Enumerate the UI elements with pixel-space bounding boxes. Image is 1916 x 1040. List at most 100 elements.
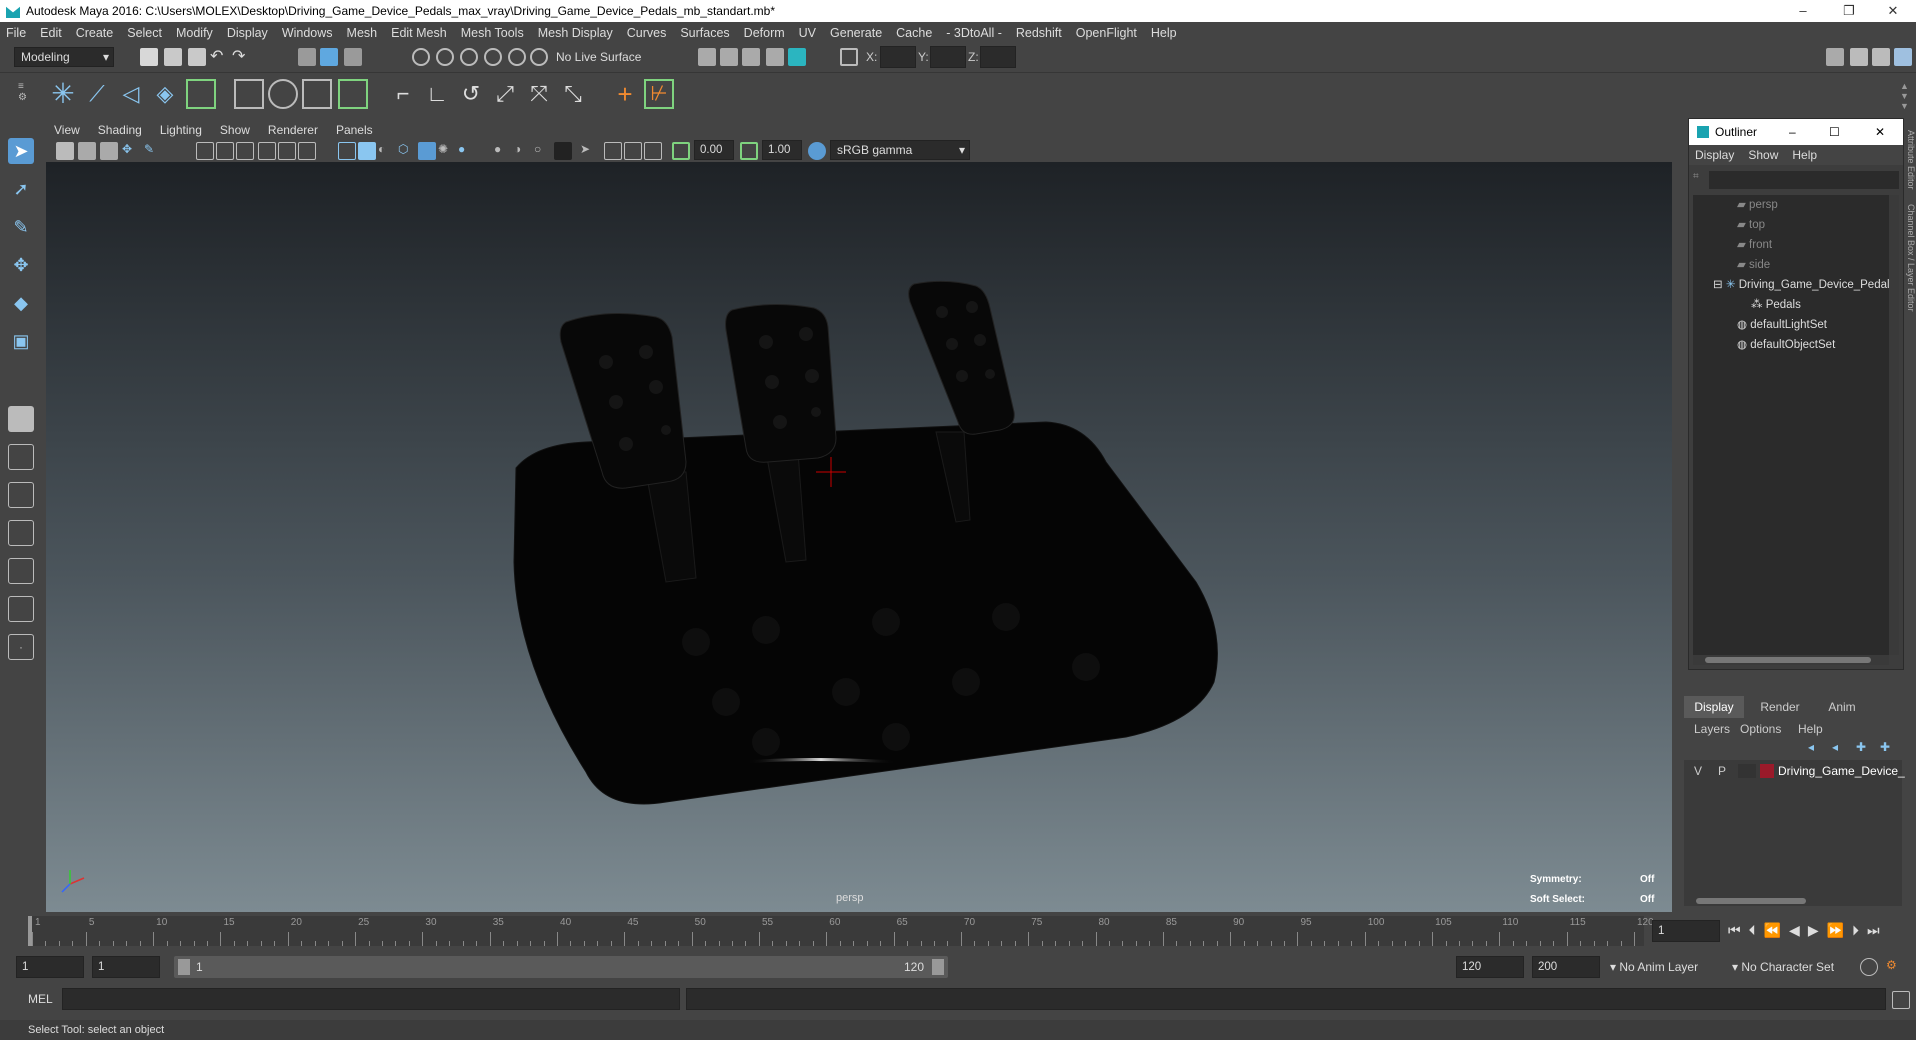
- go-to-end-icon[interactable]: ⏭: [1867, 922, 1888, 938]
- animation-start-input[interactable]: 1: [16, 956, 84, 978]
- tab-display-layers[interactable]: Display: [1684, 696, 1744, 718]
- playback-end-input[interactable]: 120: [1456, 956, 1524, 978]
- scroll-thumb[interactable]: [1705, 657, 1871, 663]
- skeleton-plus-icon[interactable]: +: [610, 79, 640, 109]
- channel-box-tab[interactable]: Channel Box / Layer Editor: [1906, 204, 1916, 312]
- menu-windows[interactable]: Windows: [282, 26, 333, 40]
- open-scene-icon[interactable]: [164, 48, 182, 66]
- minimize-button[interactable]: –: [1789, 125, 1796, 139]
- isolate-select-icon[interactable]: ➤: [580, 142, 598, 160]
- outliner-menu-display[interactable]: Display: [1695, 148, 1734, 162]
- lasso-tool-icon[interactable]: ➚: [8, 176, 34, 202]
- tool-settings-icon[interactable]: [1872, 48, 1890, 66]
- view-transform-dropdown[interactable]: sRGB gamma ▾: [830, 140, 970, 160]
- render-current-frame-icon[interactable]: [698, 48, 716, 66]
- bind-skin-icon[interactable]: ⊬: [644, 79, 674, 109]
- image-plane-icon[interactable]: [100, 142, 118, 160]
- scale-tool-icon[interactable]: ▣: [8, 328, 34, 354]
- snap-together-icon[interactable]: [530, 48, 548, 66]
- tab-anim-layers[interactable]: Anim: [1812, 696, 1872, 718]
- perspective-viewport[interactable]: persp Symmetry: Off Soft Select: Off: [46, 162, 1672, 912]
- channel-box-toggle-icon[interactable]: [1894, 48, 1912, 66]
- maximize-button[interactable]: ☐: [1829, 125, 1840, 139]
- menu-display[interactable]: Display: [227, 26, 268, 40]
- close-button[interactable]: ✕: [1870, 0, 1916, 22]
- depth-of-field-icon[interactable]: ○: [534, 142, 552, 160]
- panel-menu-lighting[interactable]: Lighting: [160, 123, 202, 137]
- auto-key-icon[interactable]: [1860, 958, 1878, 976]
- exposure-icon[interactable]: [672, 142, 690, 160]
- snap-live-icon[interactable]: [508, 48, 526, 66]
- outliner-item-lightset[interactable]: ◍ defaultLightSet: [1737, 315, 1827, 335]
- outliner-filter-input[interactable]: [1709, 171, 1899, 189]
- color-management-icon[interactable]: [808, 142, 826, 160]
- layer-playback-toggle[interactable]: P: [1718, 764, 1726, 778]
- menu-deform[interactable]: Deform: [744, 26, 785, 40]
- menu-openflight[interactable]: OpenFlight: [1076, 26, 1137, 40]
- nonlinear-icon[interactable]: [302, 79, 332, 109]
- current-frame-input[interactable]: 1: [1652, 920, 1720, 942]
- panel-menu-panels[interactable]: Panels: [336, 123, 373, 137]
- blend-shape-icon[interactable]: [268, 79, 298, 109]
- camera-bookmark-icon[interactable]: [78, 142, 96, 160]
- redo-icon[interactable]: ↷: [232, 48, 250, 66]
- time-slider-track[interactable]: 1 5 10 15 20 25 30 35 40 45 50 55 60 65 70 75 80 85 90 95 10…: [28, 916, 1654, 946]
- smooth-shade-icon[interactable]: [358, 142, 376, 160]
- select-component-icon[interactable]: [344, 48, 362, 66]
- character-set-dropdown[interactable]: ▾ No Character Set: [1732, 960, 1834, 974]
- ik-handle-icon[interactable]: ◁: [116, 79, 146, 109]
- collapse-icon[interactable]: ⊟: [1713, 279, 1726, 291]
- new-scene-icon[interactable]: [140, 48, 158, 66]
- resolution-gate-icon[interactable]: [236, 142, 254, 160]
- command-input[interactable]: [62, 988, 680, 1010]
- grid-icon[interactable]: [196, 142, 214, 160]
- play-forward-icon[interactable]: ▶: [1808, 922, 1827, 938]
- z-input[interactable]: [980, 46, 1016, 68]
- menu-mesh-display[interactable]: Mesh Display: [538, 26, 613, 40]
- menu-surfaces[interactable]: Surfaces: [680, 26, 729, 40]
- wrap-icon[interactable]: [234, 79, 264, 109]
- new-layer-selected-icon[interactable]: ✚: [1880, 740, 1890, 754]
- backface-culling-icon[interactable]: [644, 142, 662, 160]
- gamma-icon[interactable]: [740, 142, 758, 160]
- constraint-orient-icon[interactable]: ↺: [456, 79, 486, 109]
- outliner-menu-show[interactable]: Show: [1748, 148, 1778, 162]
- playback-start-input[interactable]: 1: [92, 956, 160, 978]
- menu-mesh-tools[interactable]: Mesh Tools: [461, 26, 524, 40]
- exposure-input[interactable]: 0.00: [694, 140, 734, 160]
- constraint-point-icon[interactable]: ⌐: [388, 79, 418, 109]
- outliner-item-group[interactable]: ⊟ ✳ Driving_Game_Device_Pedals: [1713, 275, 1895, 295]
- panel-menu-renderer[interactable]: Renderer: [268, 123, 318, 137]
- move-layer-down-icon[interactable]: ◂: [1832, 740, 1838, 754]
- shelf-scroll-icon[interactable]: ▲ ▼ ▼: [1900, 81, 1912, 111]
- snap-view-plane-icon[interactable]: [484, 48, 502, 66]
- menu-uv[interactable]: UV: [799, 26, 816, 40]
- modeling-toolkit-icon[interactable]: [1826, 48, 1844, 66]
- render-settings-icon[interactable]: [742, 48, 760, 66]
- outliner-item-persp[interactable]: ▰ persp: [1737, 195, 1778, 215]
- minimize-button[interactable]: –: [1780, 0, 1826, 22]
- four-view-layout-icon[interactable]: [8, 444, 34, 470]
- xray-active-icon[interactable]: [624, 142, 642, 160]
- anim-layer-dropdown[interactable]: ▾ No Anim Layer: [1610, 960, 1698, 974]
- field-chart-icon[interactable]: [278, 142, 296, 160]
- xray-icon[interactable]: [554, 142, 572, 160]
- ipr-render-icon[interactable]: [720, 48, 738, 66]
- range-end-handle[interactable]: [932, 959, 944, 975]
- attribute-editor-tab[interactable]: Attribute Editor: [1906, 130, 1916, 190]
- menu-mesh[interactable]: Mesh: [347, 26, 378, 40]
- joint-icon[interactable]: ⟋: [82, 79, 112, 109]
- menu-generate[interactable]: Generate: [830, 26, 882, 40]
- animation-preferences-icon[interactable]: ⚙: [1886, 958, 1904, 976]
- wireframe-on-shaded-icon[interactable]: ◐: [378, 142, 396, 160]
- play-backward-icon[interactable]: ◀: [1789, 922, 1808, 938]
- constraint-pole-icon[interactable]: ⤡: [558, 79, 588, 109]
- snap-point-icon[interactable]: [460, 48, 478, 66]
- options-menu[interactable]: Options: [1740, 722, 1781, 736]
- attribute-editor-toggle-icon[interactable]: [1850, 48, 1868, 66]
- select-object-icon[interactable]: [320, 48, 338, 66]
- constraint-scale-icon[interactable]: ⤢: [490, 79, 520, 109]
- step-back-frame-icon[interactable]: ⏪: [1764, 922, 1789, 938]
- select-hierarchy-icon[interactable]: [298, 48, 316, 66]
- panel-menu-show[interactable]: Show: [220, 123, 250, 137]
